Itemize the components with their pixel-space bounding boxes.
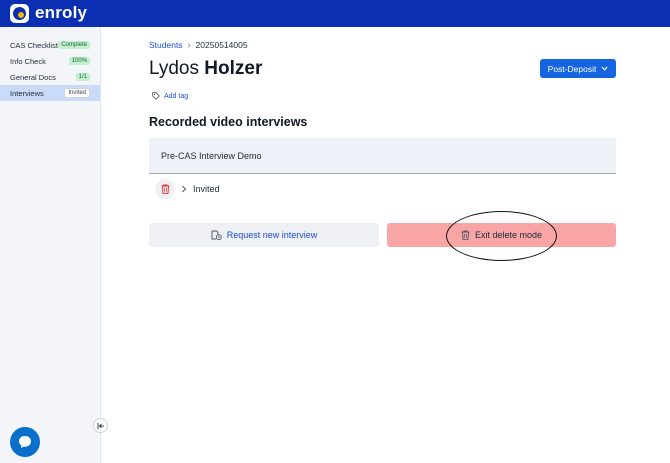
status-badge: Complete [58,41,90,49]
delete-entry-button[interactable] [155,179,175,199]
status-badge: Invited [64,88,90,98]
request-new-interview-button[interactable]: Request new interview [149,223,379,247]
page-title: Lydos Holzer [149,58,262,80]
sidebar-item-label: Info Check [10,56,46,66]
highlight-annotation-ellipse [446,211,557,261]
breadcrumb-current: 20250514005 [195,40,248,50]
top-bar: enroly [0,0,670,27]
enroly-logo-icon [10,3,29,23]
interview-card-title: Pre-CAS Interview Demo [161,150,262,161]
section-title: Recorded video interviews [149,115,308,129]
chat-button[interactable] [10,427,40,457]
student-first-name: Lydos [149,58,199,79]
status-dropdown-label: Post-Deposit [547,63,597,74]
sidebar-item-interviews[interactable]: Interviews Invited [0,85,100,101]
sidebar-item-info-check[interactable]: Info Check 100% [0,53,100,69]
breadcrumb-students-link[interactable]: Students [149,40,183,50]
tag-icon [152,92,160,100]
request-new-interview-label: Request new interview [226,230,318,240]
sidebar-collapse-button[interactable] [93,418,108,433]
video-request-icon [211,230,222,240]
student-last-name: Holzer [204,58,263,79]
brand-logo[interactable]: enroly [10,3,87,23]
status-badge: 100% [68,57,90,65]
sidebar-item-label: CAS Checklist [10,40,58,50]
trash-icon [161,184,169,194]
chat-bubble-icon [19,436,31,448]
sidebar-item-label: Interviews [10,88,44,98]
sidebar-item-label: General Docs [10,72,56,82]
status-badge: 1/1 [75,73,90,81]
chevron-right-icon: › [187,40,191,50]
interview-entry-status: Invited [193,184,220,194]
status-dropdown[interactable]: Post-Deposit [540,59,616,78]
chevron-down-icon [601,66,608,71]
sidebar-item-cas-checklist[interactable]: CAS Checklist Complete [0,37,100,53]
chevron-right-icon[interactable] [181,185,187,193]
interview-entry-row[interactable]: Invited [155,179,220,199]
collapse-left-icon [97,422,104,429]
sidebar-item-general-docs[interactable]: General Docs 1/1 [0,69,100,85]
add-tag-label: Add tag [164,92,189,100]
add-tag-link[interactable]: Add tag [152,92,188,100]
brand-name: enroly [35,3,88,22]
sidebar: CAS Checklist Complete Info Check 100% G… [0,27,101,463]
breadcrumb: Students › 20250514005 [149,40,248,50]
interview-card[interactable]: Pre-CAS Interview Demo [149,138,616,174]
